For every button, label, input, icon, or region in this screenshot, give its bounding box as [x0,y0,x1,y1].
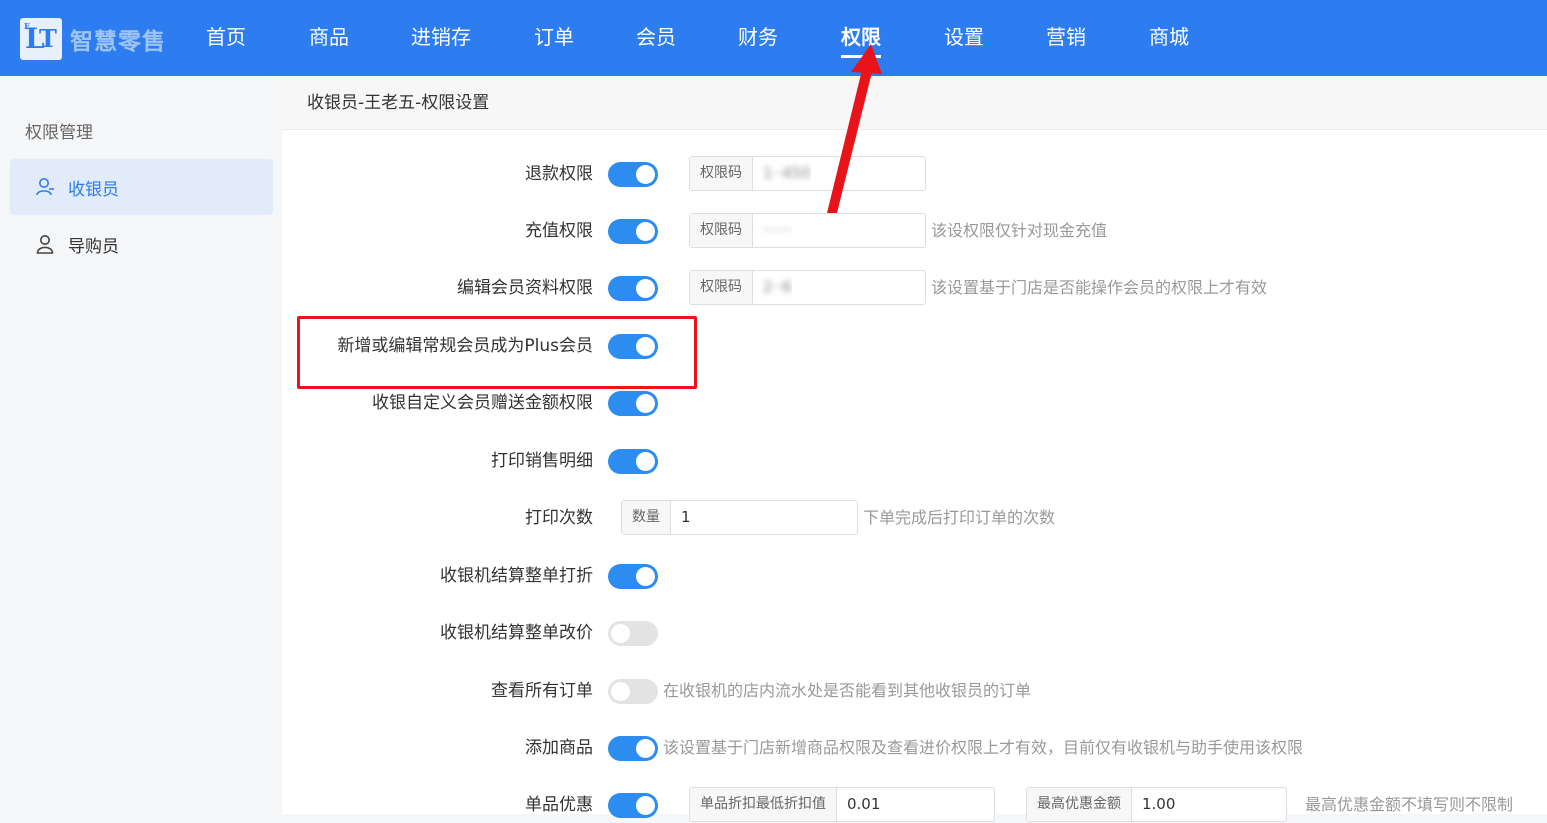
top-navigation-bar: L T E 智慧零售 首页 商品 进销存 订单 会员 财务 权限 设置 营销 商… [0,0,1547,76]
setting-label: 退款权限 [525,164,593,184]
custom-gift-toggle[interactable] [608,391,658,416]
logo-text: 智慧零售 [70,28,166,55]
setting-label: 新增或编辑常规会员成为Plus会员 [337,336,593,356]
logo-icon: L T E [20,18,62,60]
nav-item-products[interactable]: 商品 [309,22,349,52]
setting-row-whole-discount: 收银机结算整单打折 [282,558,1547,594]
setting-hint: 下单完成后打印订单的次数 [863,508,1056,527]
item-discount-toggle[interactable] [608,793,658,818]
setting-row-plus-member: 新增或编辑常规会员成为Plus会员 [282,328,1547,364]
setting-row-item-discount: 单品优惠 单品折扣最低折扣值 0.01 最高优惠金额 1.00 最高优惠金额不填… [282,787,1547,823]
nav-item-permissions[interactable]: 权限 [841,22,881,58]
sidebar-item-label: 收银员 [68,179,119,200]
setting-hint: 该设权限仅针对现金充值 [931,221,1108,240]
whole-price-toggle[interactable] [608,621,658,646]
setting-row-view-orders: 查看所有订单 在收银机的店内流水处是否能看到其他收银员的订单 [282,673,1547,709]
user-icon [36,178,54,196]
setting-label: 收银自定义会员赠送金额权限 [372,393,593,413]
field-prefix: 数量 [622,501,671,534]
main-content: 收银员-王老五-权限设置 退款权限 权限码 1··450 充值权限 权限码 ··… [282,76,1547,822]
sidebar-item-shopping-guide[interactable]: 导购员 [10,216,273,272]
print-detail-toggle[interactable] [608,449,658,474]
nav-item-marketing[interactable]: 营销 [1046,22,1086,52]
permission-code-field[interactable]: 权限码 1··450 [689,156,926,191]
setting-label: 收银机结算整单改价 [440,623,593,643]
setting-row-print-count: 打印次数 数量 1 下单完成后打印订单的次数 [282,500,1547,536]
setting-hint: 该设置基于门店新增商品权限及查看进价权限上才有效，目前仅有收银机与助手使用该权限 [663,738,1304,757]
setting-label: 查看所有订单 [491,681,593,701]
print-count-field[interactable]: 数量 1 [621,500,858,535]
sidebar-title: 权限管理 [25,123,93,143]
sidebar-item-label: 导购员 [68,236,119,257]
field-prefix: 单品折扣最低折扣值 [690,788,837,821]
max-discount-amount-field[interactable]: 最高优惠金额 1.00 [1026,787,1287,822]
setting-row-print-detail: 打印销售明细 [282,443,1547,479]
whole-discount-toggle[interactable] [608,564,658,589]
print-count-value: 1 [681,508,691,526]
page-title: 收银员-王老五-权限设置 [282,76,1547,130]
setting-row-refund: 退款权限 权限码 1··450 [282,156,1547,192]
recharge-toggle[interactable] [608,219,658,244]
setting-row-add-product: 添加商品 该设置基于门店新增商品权限及查看进价权限上才有效，目前仅有收银机与助手… [282,730,1547,766]
setting-row-recharge: 充值权限 权限码 ······ 该设权限仅针对现金充值 [282,213,1547,249]
setting-label: 添加商品 [525,738,593,758]
nav-item-orders[interactable]: 订单 [534,22,574,52]
view-orders-toggle[interactable] [608,679,658,704]
setting-label: 充值权限 [525,221,593,241]
app-logo[interactable]: L T E 智慧零售 [20,18,166,60]
setting-hint: 在收银机的店内流水处是否能看到其他收银员的订单 [663,681,1032,700]
field-prefix: 权限码 [690,157,753,190]
setting-row-edit-member: 编辑会员资料权限 权限码 2··6 该设置基于门店是否能操作会员的权限上才有效 [282,270,1547,306]
setting-hint: 最高优惠金额不填写则不限制 [1305,795,1514,814]
setting-label: 打印销售明细 [491,451,593,471]
field-prefix: 权限码 [690,271,753,304]
max-discount-amount-value: 1.00 [1142,795,1176,813]
nav-item-inventory[interactable]: 进销存 [411,22,471,52]
setting-hint: 该设置基于门店是否能操作会员的权限上才有效 [931,278,1268,297]
nav-item-settings[interactable]: 设置 [944,22,984,52]
min-discount-value: 0.01 [847,795,881,813]
setting-row-custom-gift: 收银自定义会员赠送金额权限 [282,385,1547,421]
setting-label: 打印次数 [525,508,593,528]
nav-item-mall[interactable]: 商城 [1149,22,1189,52]
min-discount-field[interactable]: 单品折扣最低折扣值 0.01 [689,787,995,822]
permission-code-field[interactable]: 权限码 ······ [689,213,926,248]
nav-item-home[interactable]: 首页 [206,22,246,52]
nav-item-members[interactable]: 会员 [636,22,676,52]
setting-row-whole-price: 收银机结算整单改价 [282,615,1547,651]
setting-label: 单品优惠 [525,795,593,815]
setting-label: 编辑会员资料权限 [457,278,593,298]
permission-code-field[interactable]: 权限码 2··6 [689,270,926,305]
edit-member-toggle[interactable] [608,276,658,301]
add-product-toggle[interactable] [608,736,658,761]
permission-code-value: ······ [763,221,792,239]
field-prefix: 最高优惠金额 [1027,788,1132,821]
field-prefix: 权限码 [690,214,753,247]
setting-label: 收银机结算整单打折 [440,566,593,586]
user-icon [36,235,54,254]
plus-member-toggle[interactable] [608,334,658,359]
permission-code-value: 2··6 [763,278,792,296]
refund-toggle[interactable] [608,162,658,187]
permission-code-value: 1··450 [763,164,811,182]
sidebar: 权限管理 收银员 导购员 [0,76,282,814]
sidebar-item-cashier[interactable]: 收银员 [10,159,273,215]
nav-item-finance[interactable]: 财务 [738,22,778,52]
